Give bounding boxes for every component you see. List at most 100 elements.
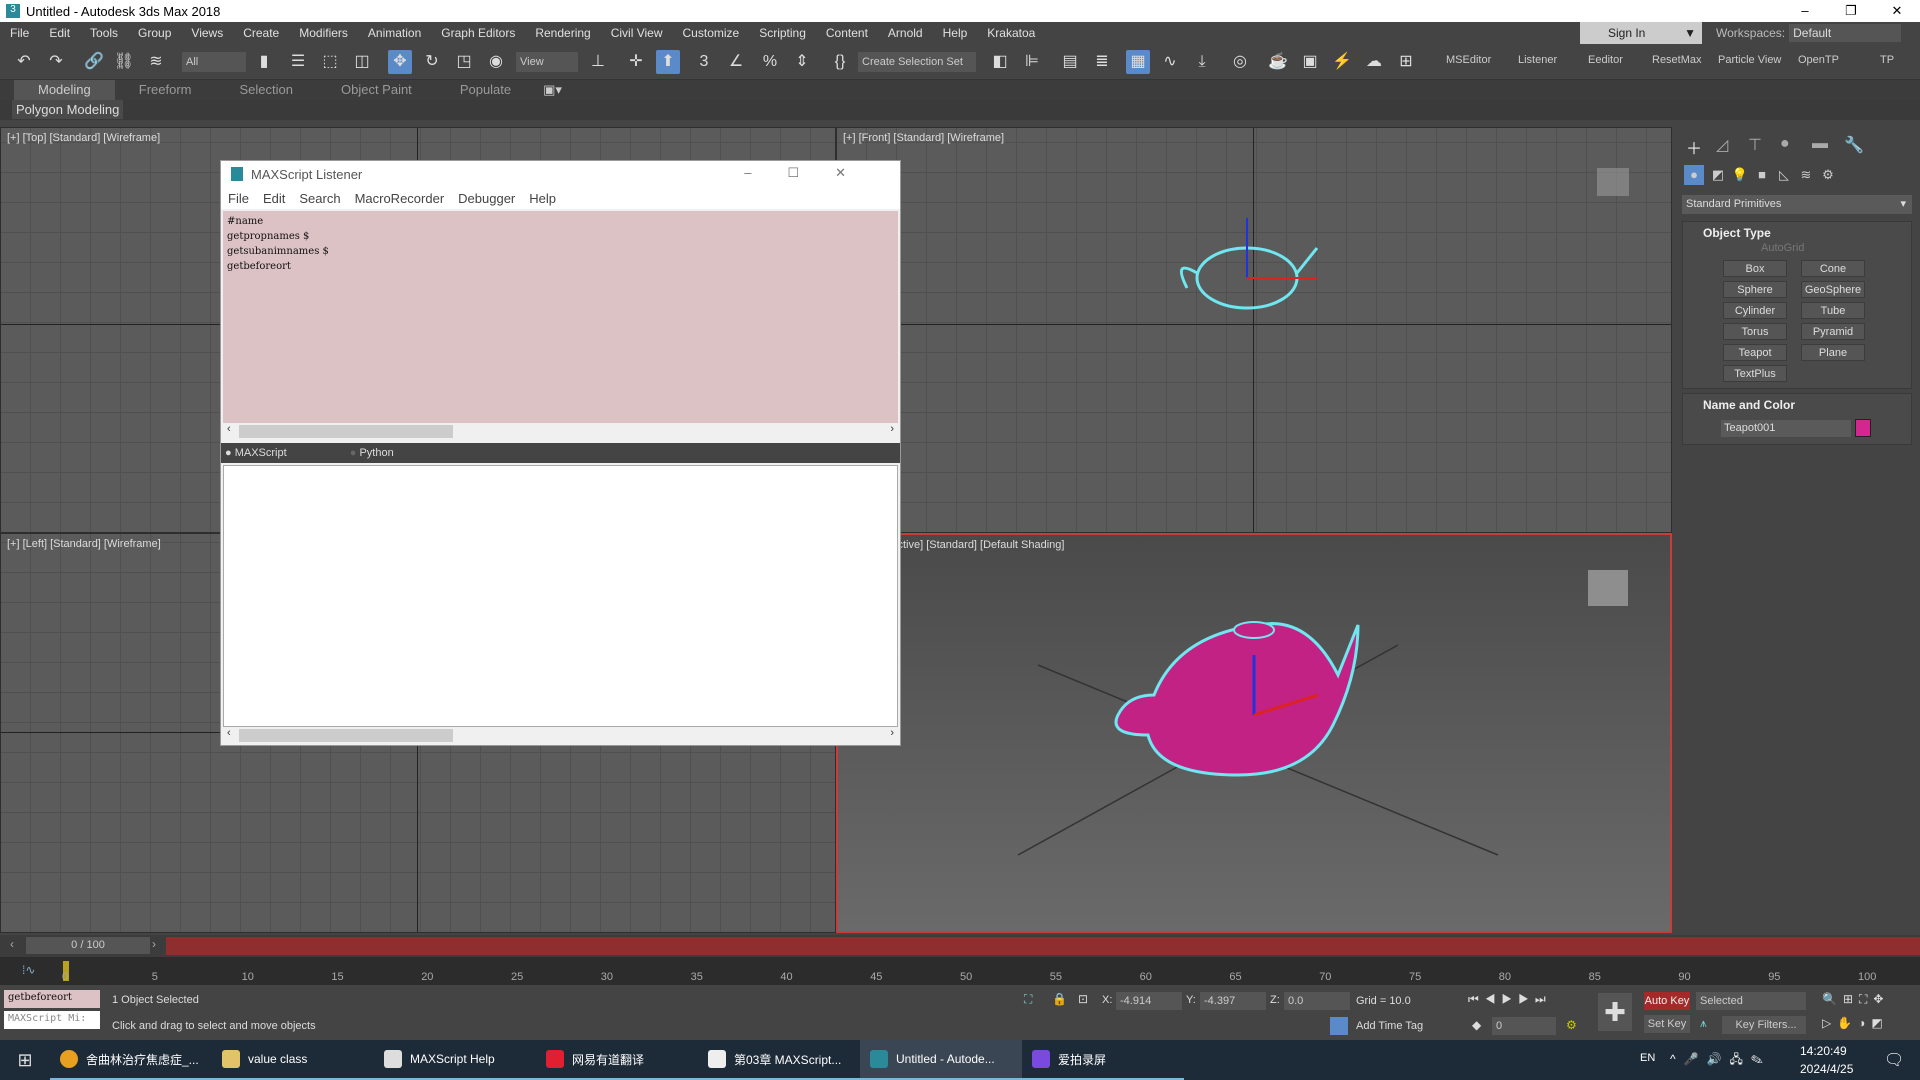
menu-civil-view[interactable]: Civil View — [601, 26, 673, 40]
particle-view-button[interactable]: Particle View — [1718, 54, 1781, 66]
time-slider[interactable]: ‹ 0 / 100 › — [0, 935, 1920, 957]
sphere-button[interactable]: Sphere — [1723, 281, 1787, 298]
viewport-label[interactable]: [+] [Top] [Standard] [Wireframe] — [7, 132, 160, 144]
menu-content[interactable]: Content — [816, 26, 878, 40]
category-dropdown[interactable]: Standard Primitives ▾ — [1682, 195, 1912, 214]
sign-in-button[interactable]: Sign In ▼ — [1580, 22, 1702, 44]
motion-tab-icon[interactable]: ● — [1780, 135, 1790, 153]
place-icon[interactable]: ◉ — [484, 50, 508, 74]
textplus-button[interactable]: TextPlus — [1723, 365, 1787, 382]
set-key-button[interactable]: Set Key — [1644, 1015, 1690, 1033]
curve-editor-icon[interactable]: ∿ — [1158, 50, 1182, 74]
listener-menu-macrorecorder[interactable]: MacroRecorder — [348, 191, 452, 206]
geosphere-button[interactable]: GeoSphere — [1801, 281, 1865, 298]
radio-maxscript[interactable]: ● — [225, 447, 232, 459]
taskbar-item[interactable]: 网易有道翻译 — [536, 1040, 698, 1080]
select-manipulate-icon[interactable]: ✛ — [624, 50, 648, 74]
space-warps-icon[interactable]: ≋ — [1796, 165, 1816, 185]
scroll-right-icon[interactable]: › — [890, 727, 894, 739]
spinner-snap-icon[interactable]: ⇕ — [790, 50, 814, 74]
time-configuration-icon[interactable]: ⚙ — [1566, 1018, 1577, 1032]
teapot-button[interactable]: Teapot — [1723, 344, 1787, 361]
viewport-label[interactable]: [+] [Front] [Standard] [Wireframe] — [843, 132, 1004, 144]
menu-modifiers[interactable]: Modifiers — [289, 26, 358, 40]
rectangular-selection-icon[interactable]: ⬚ — [318, 50, 342, 74]
absolute-mode-icon[interactable]: ⊡ — [1078, 992, 1088, 1006]
eeditor-button[interactable]: Eeditor — [1588, 54, 1623, 66]
time-slider-thumb[interactable]: 0 / 100 — [26, 937, 150, 954]
menu-help[interactable]: Help — [933, 26, 978, 40]
macro-recorder-pane[interactable]: #name getpropnames $ getsubanimnames $ g… — [223, 211, 898, 423]
taskbar-item[interactable]: value class — [212, 1040, 374, 1080]
undo-icon[interactable]: ↶ — [12, 50, 36, 74]
mini-listener-input[interactable]: MAXScript Mi: — [4, 1011, 100, 1029]
viewport-label[interactable]: [+] [Left] [Standard] [Wireframe] — [7, 538, 161, 550]
material-editor-icon[interactable]: ◎ — [1228, 50, 1252, 74]
next-frame-icon[interactable]: › — [152, 937, 156, 951]
menu-graph-editors[interactable]: Graph Editors — [431, 26, 525, 40]
mini-listener-macro[interactable]: getbeforeort — [4, 990, 100, 1008]
cone-button[interactable]: Cone — [1801, 260, 1865, 277]
windows-start-icon[interactable]: ⊞ — [0, 1050, 50, 1071]
auto-key-button[interactable]: Auto Key — [1644, 992, 1690, 1010]
cylinder-button[interactable]: Cylinder — [1723, 302, 1787, 319]
radio-python-label[interactable]: Python — [359, 447, 393, 459]
menu-customize[interactable]: Customize — [673, 26, 750, 40]
listener-title-bar[interactable]: MAXScript Listener –☐✕ — [221, 161, 900, 187]
taskbar-item-active[interactable]: Untitled - Autode... — [860, 1040, 1022, 1080]
prev-frame-icon[interactable]: ‹ — [10, 937, 14, 951]
angle-snap-icon[interactable]: ∠ — [724, 50, 748, 74]
radio-python[interactable]: ● — [350, 447, 357, 459]
menu-rendering[interactable]: Rendering — [525, 26, 600, 40]
listener-menu-edit[interactable]: Edit — [256, 191, 292, 206]
viewport-navigation-icons[interactable]: ▷✋◑◩ — [1822, 1016, 1889, 1030]
bind-space-warp-icon[interactable]: ≋ — [144, 50, 168, 74]
taskbar-item[interactable]: 爱拍录屏 — [1022, 1040, 1184, 1080]
close-button[interactable]: ✕ — [1874, 0, 1920, 22]
radio-maxscript-label[interactable]: MAXScript — [235, 447, 287, 459]
create-tab-icon[interactable]: ＋ — [1686, 135, 1702, 159]
horizontal-scrollbar[interactable]: ‹ › — [223, 423, 898, 440]
menu-arnold[interactable]: Arnold — [878, 26, 933, 40]
reference-coordinate-dropdown[interactable]: View — [516, 52, 578, 72]
opentp-button[interactable]: OpenTP — [1798, 54, 1839, 66]
time-tag-icon[interactable] — [1330, 1017, 1348, 1035]
geometry-icon[interactable]: ● — [1684, 165, 1704, 185]
listener-menu-help[interactable]: Help — [522, 191, 563, 206]
torus-button[interactable]: Torus — [1723, 323, 1787, 340]
tube-button[interactable]: Tube — [1801, 302, 1865, 319]
unlink-icon[interactable]: ⛓ — [112, 50, 136, 74]
rollout-title[interactable]: Name and Color — [1683, 394, 1911, 412]
render-production-icon[interactable]: ⚡ — [1330, 50, 1354, 74]
modify-tab-icon[interactable]: ◿ — [1716, 135, 1728, 155]
mirror-icon[interactable]: ◧ — [988, 50, 1012, 74]
helpers-icon[interactable]: ◺ — [1774, 165, 1794, 185]
isolate-selection-icon[interactable]: ⛶ — [1024, 992, 1032, 1007]
workspace-selector[interactable]: Workspaces: Default — [1716, 22, 1902, 44]
rotate-icon[interactable]: ↻ — [420, 50, 444, 74]
horizontal-scrollbar[interactable]: ‹ › — [223, 727, 898, 744]
viewcube-icon[interactable] — [1597, 168, 1629, 196]
pivot-center-icon[interactable]: ⊥ — [586, 50, 610, 74]
select-by-name-icon[interactable]: ☰ — [286, 50, 310, 74]
rendered-frame-window-icon[interactable]: ▣ — [1298, 50, 1322, 74]
minimize-button[interactable]: – — [1782, 0, 1828, 22]
menu-tools[interactable]: Tools — [80, 26, 128, 40]
set-key-big-icon[interactable]: ✚ — [1598, 993, 1632, 1031]
menu-edit[interactable]: Edit — [39, 26, 80, 40]
render-cloud-icon[interactable]: ☁ — [1362, 50, 1386, 74]
viewport-front[interactable]: [+] [Front] [Standard] [Wireframe] — [836, 127, 1672, 533]
object-color-swatch[interactable] — [1855, 419, 1871, 437]
scale-icon[interactable]: ◳ — [452, 50, 476, 74]
lights-icon[interactable]: 💡 — [1730, 165, 1750, 185]
system-tray-icons[interactable]: ^🎤🔊🖧✎ — [1670, 1050, 1771, 1071]
tab-object-paint[interactable]: Object Paint — [317, 80, 436, 100]
viewport-layout-icon[interactable]: ⊞ — [1394, 50, 1418, 74]
add-time-tag-button[interactable]: Add Time Tag — [1356, 1020, 1423, 1032]
x-coordinate-field[interactable]: -4.914 — [1116, 992, 1182, 1010]
z-coordinate-field[interactable]: 0.0 — [1284, 992, 1350, 1010]
object-name-input[interactable]: Teapot001 — [1721, 420, 1851, 437]
menu-file[interactable]: File — [0, 26, 39, 40]
cameras-icon[interactable]: ■ — [1752, 165, 1772, 185]
key-filters-button[interactable]: Key Filters... — [1722, 1016, 1806, 1034]
